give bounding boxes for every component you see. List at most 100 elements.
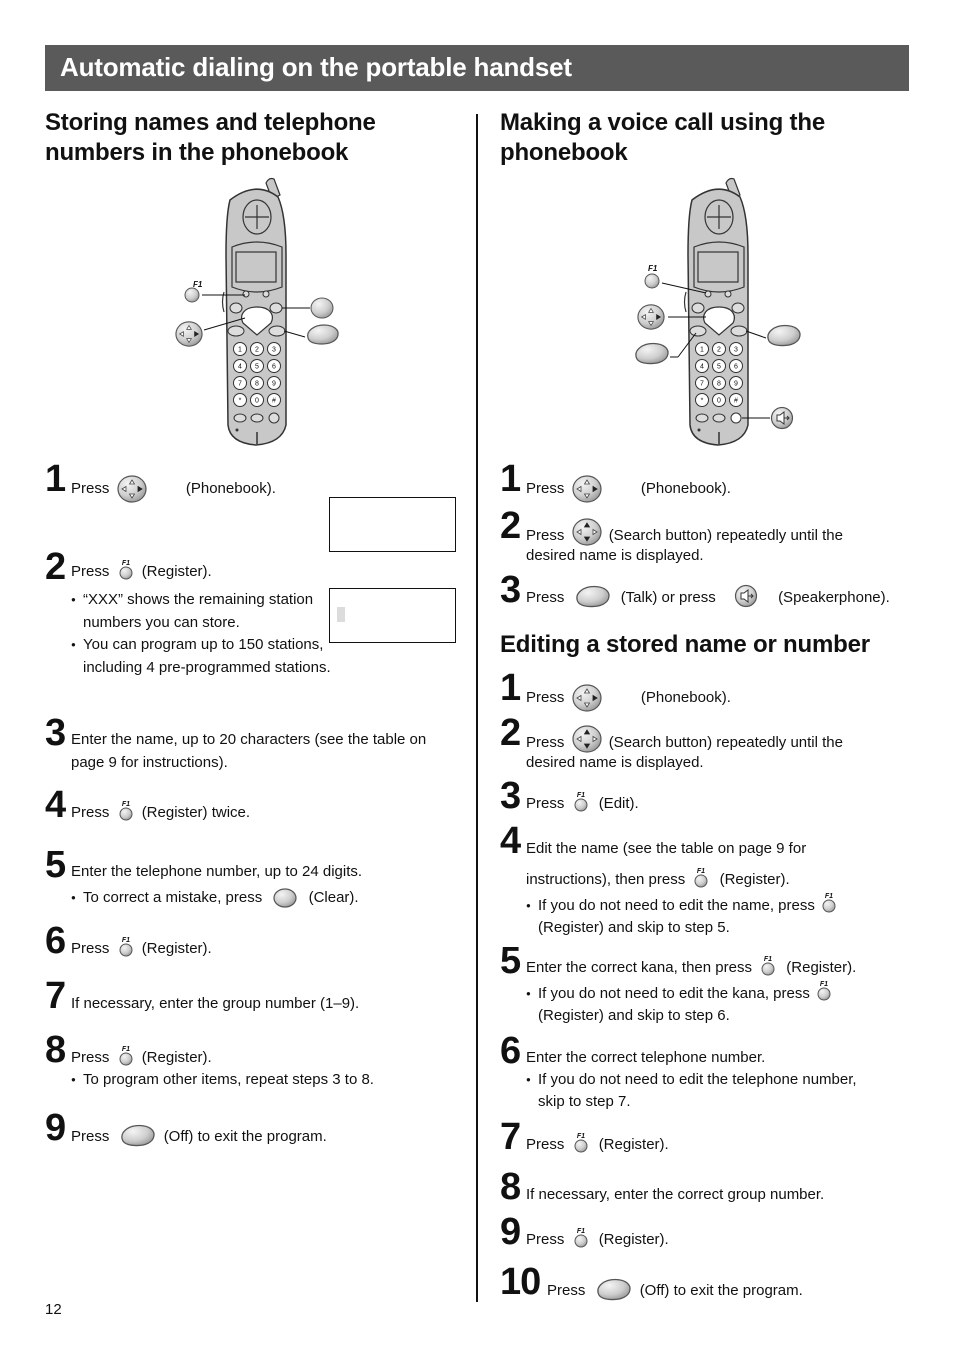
soft-key-register-icon — [118, 1044, 134, 1066]
keypad-key-label: 9 — [272, 381, 276, 388]
keypad-key-label: 7 — [700, 381, 704, 388]
soft-key-edit-icon — [573, 790, 589, 812]
step-label: (Speakerphone). — [778, 588, 890, 606]
keypad-key-label: 8 — [255, 381, 259, 388]
step-number: 2 — [500, 712, 521, 754]
bullet-note: You can program up to 150 stations, incl… — [71, 634, 331, 679]
step-number: 4 — [45, 784, 66, 826]
lcd-display-register — [329, 588, 456, 643]
callout-off — [283, 324, 339, 345]
soft-key-register-icon — [816, 979, 832, 1001]
bullet-note: If you do not need to edit the name, pre… — [526, 895, 839, 939]
step-text: Press — [526, 1136, 565, 1153]
navigator-phonebook-icon — [571, 683, 603, 713]
step-text: Press — [71, 940, 110, 957]
keypad-key: 5 — [250, 359, 264, 373]
keypad-key: 2 — [250, 342, 264, 356]
keypad-key-label: 9 — [734, 381, 738, 388]
bullet-text: If you do not need to edit the kana, pre… — [538, 985, 810, 1002]
step-text: Press — [547, 1281, 586, 1299]
right-title-line-2: phonebook — [500, 139, 628, 166]
keypad-key: 1 — [695, 342, 709, 356]
step-number: 10 — [500, 1261, 541, 1303]
soft-key-register-icon — [118, 935, 134, 957]
keypad-key-label: 5 — [255, 364, 259, 371]
step-text: Press — [526, 588, 565, 606]
callout-off — [745, 324, 801, 347]
lcd-display-phonebook — [329, 497, 456, 552]
step-label: (Register). — [786, 959, 857, 976]
keypad-key-label: 4 — [700, 364, 704, 371]
keypad-key-label: 8 — [717, 381, 721, 388]
step-number: 5 — [500, 940, 521, 982]
step-text: Press — [71, 804, 110, 821]
step-number: 5 — [45, 844, 66, 886]
keypad-key-label: 1 — [238, 347, 242, 354]
callout-clear — [282, 297, 334, 319]
bullet-note: If you do not need to edit the kana, pre… — [526, 983, 856, 1027]
bullet-text: If you do not need to edit the name, pre… — [538, 897, 815, 914]
svg-text:F1: F1 — [193, 280, 203, 289]
step-number: 1 — [500, 667, 521, 709]
step-text: If necessary, enter the group number (1–… — [71, 995, 360, 1012]
soft-key-register-icon — [573, 1131, 589, 1153]
page-number: 12 — [45, 1301, 62, 1318]
keypad-key-label: 3 — [272, 347, 276, 354]
step-text: Press — [526, 795, 565, 812]
keypad-key-label: # — [734, 398, 738, 405]
keypad-key: 6 — [729, 359, 743, 373]
keypad-key: 1 — [233, 342, 247, 356]
navigator-search-icon — [571, 517, 603, 547]
left-title-line-1: Storing names and telephone — [45, 109, 376, 136]
soft-key-register-icon — [573, 1226, 589, 1248]
step-text: Press — [71, 1127, 110, 1145]
step-text: Press — [71, 479, 110, 497]
bullet-note: To correct a mistake, press (Clear). — [71, 887, 362, 910]
keypad-key-label: * — [701, 398, 704, 405]
step-text: page 9 for instructions). — [71, 754, 228, 771]
keypad-key-label: 6 — [272, 364, 276, 371]
bullet-note: To program other items, repeat steps 3 t… — [71, 1069, 374, 1092]
lcd-cursor — [337, 607, 345, 622]
keypad-key-label: 6 — [734, 364, 738, 371]
bullet-text: (Register) and skip to step 5. — [538, 919, 730, 936]
keypad-key: # — [267, 393, 281, 407]
talk-button-icon — [573, 583, 611, 609]
step-label: (Phonebook). — [640, 479, 731, 497]
step-text: If necessary, enter the correct group nu… — [526, 1186, 825, 1203]
navigator-phonebook-icon — [571, 474, 603, 504]
keypad-key: 9 — [729, 376, 743, 390]
keypad-key: 6 — [267, 359, 281, 373]
keypad-key: 7 — [695, 376, 709, 390]
step-number: 1 — [500, 458, 521, 500]
step-number: 8 — [45, 1029, 66, 1071]
step-number: 7 — [500, 1116, 521, 1158]
keypad-key-label: 4 — [238, 364, 242, 371]
bullet-text: skip to step 7. — [538, 1093, 631, 1110]
step-number: 3 — [500, 569, 521, 611]
keypad-key: 3 — [729, 342, 743, 356]
step-text: Press — [526, 1231, 565, 1248]
keypad-key-label: 1 — [700, 347, 704, 354]
keypad-key: # — [729, 393, 743, 407]
keypad-key-label: * — [239, 398, 242, 405]
keypad-key: 0 — [250, 393, 264, 407]
step-label: (Talk) or press — [620, 588, 716, 606]
step-number: 2 — [45, 546, 66, 588]
callout-talk — [635, 332, 697, 365]
step-number: 3 — [500, 775, 521, 817]
right-section-title: Making a voice call using the phonebook — [500, 108, 825, 168]
soft-key-register-icon — [821, 891, 837, 913]
step-label: (Search button) repeatedly until the — [608, 733, 843, 751]
step-number: 6 — [45, 920, 66, 962]
keypad-key: 4 — [695, 359, 709, 373]
step-number: 7 — [45, 975, 66, 1017]
soft-key-register-icon — [118, 799, 134, 821]
keypad-key: 0 — [712, 393, 726, 407]
keypad-key: 5 — [712, 359, 726, 373]
clear-button-icon — [272, 887, 298, 909]
left-section-title: Storing names and telephone numbers in t… — [45, 108, 376, 168]
step-label: (Phonebook). — [640, 688, 731, 706]
bullet-note: If you do not need to edit the telephone… — [526, 1069, 857, 1113]
svg-text:F1: F1 — [648, 264, 658, 273]
